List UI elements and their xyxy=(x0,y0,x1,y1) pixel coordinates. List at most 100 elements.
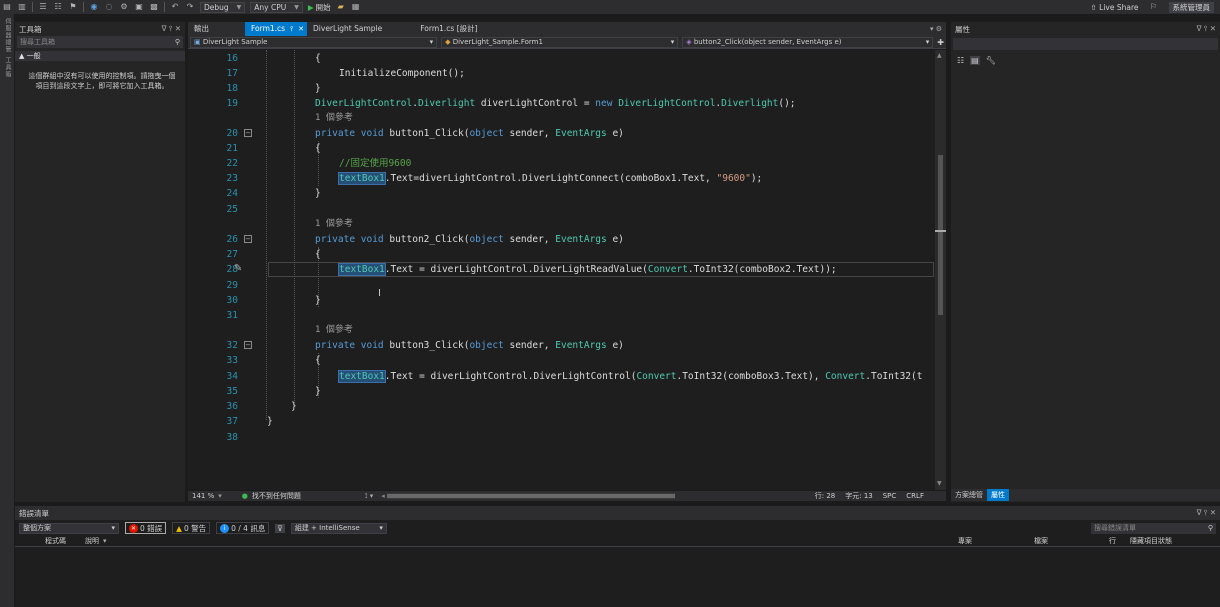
error-list-search-input[interactable]: 搜尋錯誤清單 ⚲ xyxy=(1091,522,1216,534)
code-editor[interactable]: 16 17 18 19 20 21 22 23 24 25 26 27 28 2… xyxy=(188,50,935,490)
toolbox-group-general[interactable]: ▲ 一般 xyxy=(15,51,185,61)
live-share-button[interactable]: ⇧ Live Share xyxy=(1090,3,1138,12)
code-line: DiverLightControl.Diverlight diverLightC… xyxy=(315,98,796,109)
collapse-toggle[interactable]: − xyxy=(244,129,252,137)
code-line: { xyxy=(315,143,321,154)
code-line: private void button3_Click(object sender… xyxy=(315,340,624,351)
chevron-down-icon: ▼ xyxy=(236,3,242,11)
browser-icon[interactable]: ▦ xyxy=(351,1,361,13)
code-line: InitializeComponent(); xyxy=(339,68,465,79)
collapse-toggle[interactable]: − xyxy=(244,341,252,349)
member-dropdown[interactable]: ◈ button2_Click(object sender, EventArgs… xyxy=(682,36,934,48)
categorized-icon[interactable]: ☷ xyxy=(957,56,964,65)
scroll-up-icon[interactable]: ▲ xyxy=(937,52,942,59)
comment-icon[interactable]: ☰ xyxy=(38,1,48,13)
line-number: 25 xyxy=(226,204,238,215)
git-icon[interactable]: ⟟ ▾ xyxy=(365,492,373,501)
scope-dropdown[interactable]: 整個方案 ▾ xyxy=(19,522,119,534)
tab-solution-explorer[interactable]: 方案總管 xyxy=(951,489,987,501)
tab-form1-cs[interactable]: Form1.cs ⫯ ✕ xyxy=(245,22,308,36)
toolbox-search-input[interactable]: 搜尋工具箱 ⚲ xyxy=(17,36,183,48)
search-icon: ⚲ xyxy=(174,38,180,46)
new-project-icon[interactable]: ▤ xyxy=(2,1,12,13)
redo-icon[interactable]: ↷ xyxy=(185,1,195,13)
undo-icon[interactable]: ↶ xyxy=(170,1,180,13)
toolbar-divider xyxy=(32,2,33,12)
alphabetical-icon[interactable]: ▤ xyxy=(970,56,980,65)
tab-diverlight-sample[interactable]: DiverLight Sample xyxy=(307,22,388,36)
forward-icon[interactable]: ◌ xyxy=(104,1,114,13)
platform-dropdown[interactable]: Any CPU ▼ xyxy=(250,1,303,13)
codelens-reference[interactable]: 1 個參考 xyxy=(315,323,353,338)
editor-vertical-scrollbar[interactable]: ▲ ▼ xyxy=(935,50,946,490)
account-button[interactable]: 系統管理員 xyxy=(1168,1,1214,13)
project-dropdown[interactable]: ▣ DiverLight Sample ▾ xyxy=(190,36,438,48)
info-icon: i xyxy=(220,523,230,533)
toolbox-tab[interactable]: 工具箱 xyxy=(3,57,12,78)
start-button[interactable]: ▶ 開始 xyxy=(308,2,331,13)
panel-controls[interactable]: ᐁ ⫯ ✕ xyxy=(1197,508,1216,518)
line-number: 21 xyxy=(226,143,238,154)
properties-toolbar: ☷ ▤ 🔧︎ xyxy=(951,52,1220,69)
errors-filter-button[interactable]: ✕ 0 錯誤 xyxy=(125,522,167,534)
feedback-icon[interactable]: ⚐ xyxy=(1149,1,1159,13)
scroll-down-icon[interactable]: ▼ xyxy=(937,480,942,487)
scrollbar-thumb[interactable] xyxy=(938,155,943,315)
column-description[interactable]: 說明 xyxy=(85,536,99,546)
tab-overflow-icon[interactable]: ▾ ⚙ xyxy=(926,22,946,36)
close-icon[interactable]: ✕ xyxy=(298,25,304,33)
editor-status-bar: 141 % ▾ ● 找不到任何問題 ⟟ ▾ ◂ 行: 28 字元: 13 SPC… xyxy=(188,491,946,501)
server-explorer-tab[interactable]: 伺服器總管 xyxy=(3,18,12,53)
panel-controls[interactable]: ᐁ ⫯ ✕ xyxy=(1197,24,1216,34)
tab-properties[interactable]: 屬性 xyxy=(987,489,1009,501)
scroll-position-marker xyxy=(935,230,946,232)
filter-icon[interactable]: ⊽ xyxy=(275,523,285,533)
panel-controls[interactable]: ᐁ ⫯ ✕ xyxy=(162,24,181,34)
quick-actions-icon[interactable]: ✎ xyxy=(234,263,242,274)
tools-icon[interactable]: ⚙ xyxy=(119,1,129,13)
uncomment-icon[interactable]: ☷ xyxy=(53,1,63,13)
chevron-down-icon[interactable]: ▾ xyxy=(103,537,107,545)
collapse-toggle[interactable]: − xyxy=(244,235,252,243)
zoom-level[interactable]: 141 % xyxy=(188,492,218,500)
split-editor-icon[interactable]: ✚ xyxy=(937,38,944,47)
bookmark-icon[interactable]: ⚑ xyxy=(68,1,78,13)
warnings-filter-button[interactable]: ▲ 0 警告 xyxy=(172,522,211,534)
folder-icon[interactable]: ▰ xyxy=(336,1,346,13)
error-list-column-headers: 程式碼 說明 ▾ 專案 檔案 行 隱藏項目狀態 xyxy=(15,536,1220,547)
save-all-icon[interactable]: ▩ xyxy=(149,1,159,13)
scrollbar-thumb[interactable] xyxy=(386,494,675,498)
build-filter-dropdown[interactable]: 組建 + IntelliSense ▾ xyxy=(290,522,387,534)
horizontal-scrollbar[interactable] xyxy=(386,493,675,499)
error-icon: ✕ xyxy=(129,523,138,533)
configuration-dropdown[interactable]: Debug ▼ xyxy=(200,1,246,13)
scroll-left-icon[interactable]: ◂ xyxy=(381,492,385,500)
tab-form1-designer[interactable]: Form1.cs [設計] xyxy=(414,22,483,36)
properties-object-selector[interactable] xyxy=(953,38,1218,50)
chevron-down-icon[interactable]: ▾ xyxy=(218,492,242,500)
open-file-icon[interactable]: ▥ xyxy=(17,1,27,13)
wrench-icon[interactable]: 🔧︎ xyxy=(986,56,996,65)
code-line: { xyxy=(315,53,321,64)
column-project[interactable]: 專案 xyxy=(958,536,972,546)
codelens-reference[interactable]: 1 個參考 xyxy=(315,217,353,232)
column-suppression-state[interactable]: 隱藏項目狀態 xyxy=(1130,536,1172,546)
pin-icon[interactable]: ⫯ xyxy=(290,25,293,33)
column-line[interactable]: 行 xyxy=(1109,536,1116,546)
line-number: 26 xyxy=(226,234,238,245)
codelens-reference[interactable]: 1 個參考 xyxy=(315,111,353,126)
chevron-down-icon: ▾ xyxy=(670,38,675,46)
tab-output[interactable]: 輸出 xyxy=(188,22,215,36)
line-indicator: 行: 28 xyxy=(814,492,836,500)
save-icon[interactable]: ▣ xyxy=(134,1,144,13)
line-number: 19 xyxy=(226,98,238,109)
back-icon[interactable]: ◉ xyxy=(89,1,99,13)
column-file[interactable]: 檔案 xyxy=(1034,536,1048,546)
code-line: private void button2_Click(object sender… xyxy=(315,234,624,245)
issues-status[interactable]: 找不到任何問題 xyxy=(248,491,305,501)
messages-filter-button[interactable]: i0 / 4 訊息 xyxy=(216,522,270,534)
column-code[interactable]: 程式碼 xyxy=(45,536,66,546)
class-dropdown[interactable]: ◆ DiverLight_Sample.Form1 ▾ xyxy=(441,36,679,48)
code-line: textBox1.Text=diverLightControl.DiverLig… xyxy=(338,172,763,185)
line-number: 34 xyxy=(226,371,238,382)
